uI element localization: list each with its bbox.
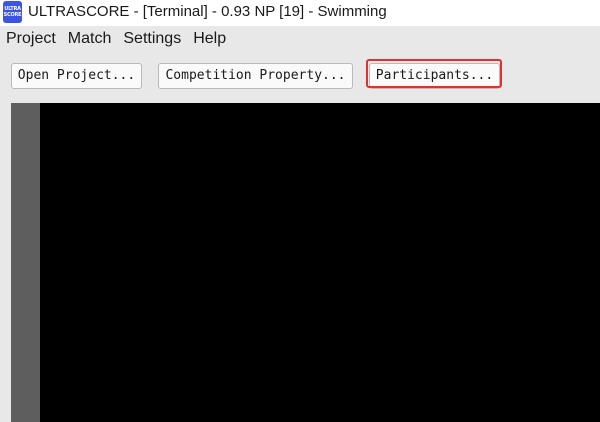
title-bar: ULTRA SCORE ULTRASCORE - [Terminal] - 0.… (0, 0, 600, 26)
toolbar: Open Project... Competition Property... … (0, 52, 600, 100)
app-icon-text-bottom: SCORE (3, 12, 22, 18)
menu-help[interactable]: Help (187, 26, 232, 52)
competition-property-button[interactable]: Competition Property... (158, 63, 353, 89)
menu-bar: Project Match Settings Help (0, 26, 600, 52)
menu-match[interactable]: Match (62, 26, 118, 52)
window-title: ULTRASCORE - [Terminal] - 0.93 NP [19] -… (28, 3, 387, 20)
display-side-strip (11, 103, 40, 422)
ultrascore-app-icon: ULTRA SCORE (3, 1, 22, 23)
menu-settings[interactable]: Settings (117, 26, 187, 52)
app-window: ULTRA SCORE ULTRASCORE - [Terminal] - 0.… (0, 0, 600, 422)
menu-project[interactable]: Project (0, 26, 62, 52)
terminal-display-area (11, 103, 600, 422)
participants-button[interactable]: Participants... (369, 63, 500, 89)
open-project-button[interactable]: Open Project... (11, 63, 142, 89)
